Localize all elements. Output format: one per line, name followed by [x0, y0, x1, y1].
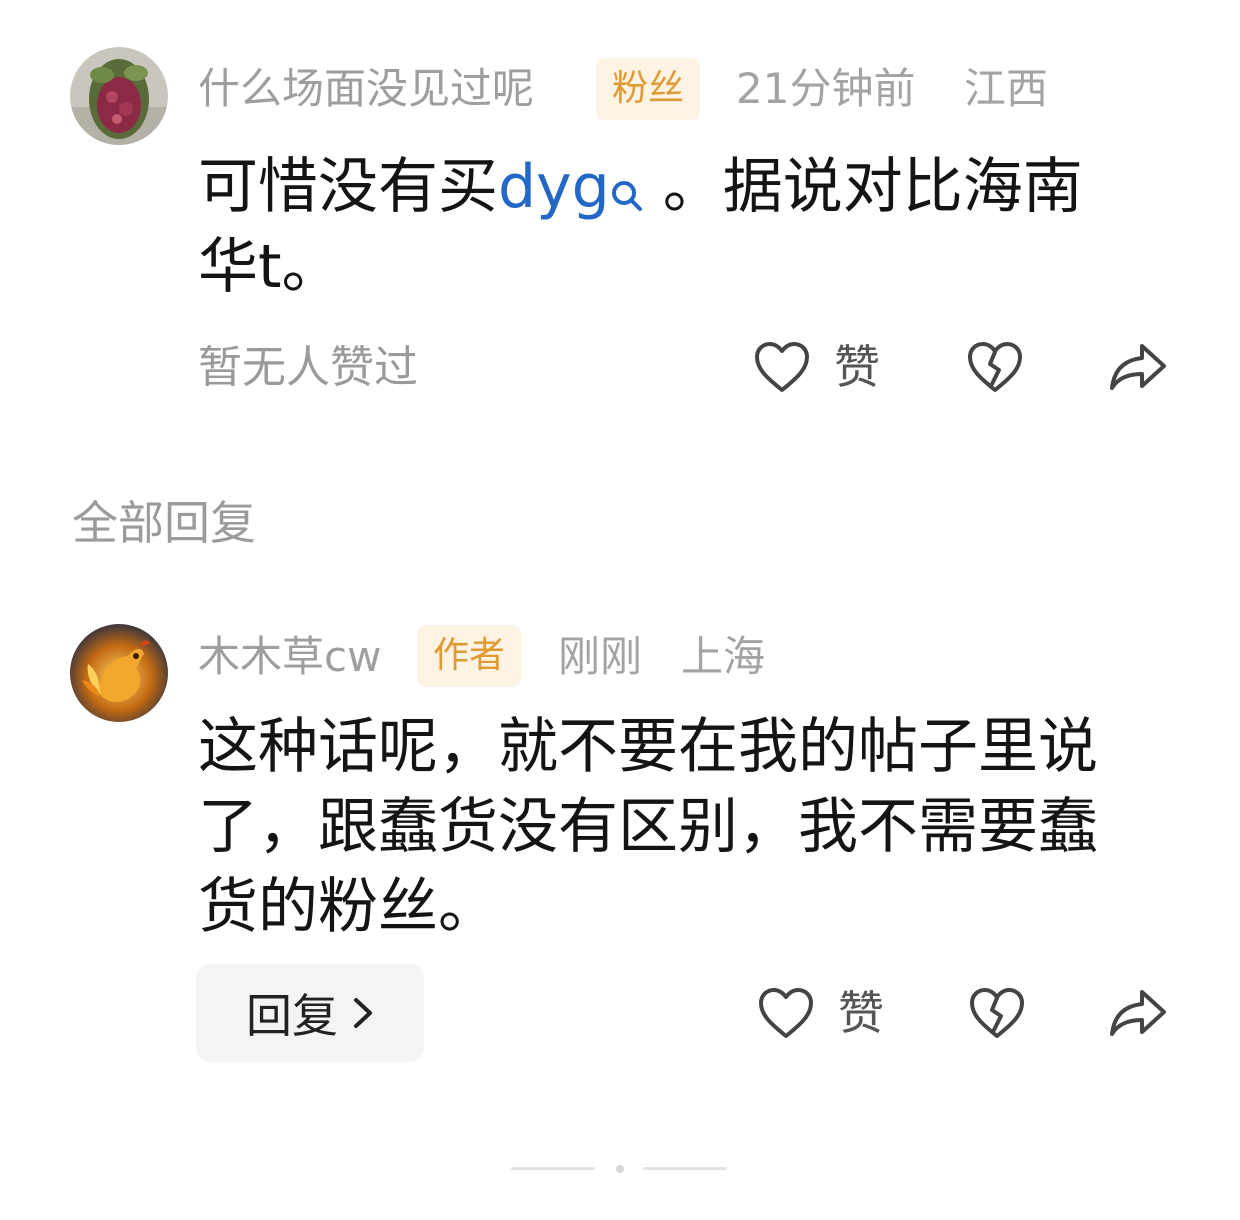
scroll-indicator-left: [511, 1167, 595, 1170]
comment-text-part1: 可惜没有买: [198, 152, 498, 222]
reply-like-button[interactable]: [757, 986, 815, 1044]
commenter-avatar[interactable]: [70, 47, 168, 145]
search-icon[interactable]: [610, 154, 644, 232]
share-arrow-icon: [1110, 990, 1166, 1036]
comment-text-line1: 可惜没有买dyg 。据说对比海南: [198, 148, 1083, 232]
reply-text-line3: 货的粉丝。: [198, 872, 498, 942]
broken-heart-icon: [970, 988, 1024, 1038]
share-button[interactable]: [1108, 340, 1168, 398]
scroll-indicator-dot: [616, 1165, 624, 1173]
comment-text-line2: 华t。: [198, 232, 342, 302]
all-replies-title: 全部回复: [72, 496, 256, 550]
reply-dislike-button[interactable]: [968, 986, 1026, 1044]
like-button[interactable]: [753, 340, 811, 398]
reply-button-label: 回复: [246, 989, 338, 1043]
comment-time: 21分钟前: [736, 64, 916, 113]
commenter-avatar-image: [70, 47, 168, 145]
author-username[interactable]: 木木草cw: [198, 636, 381, 678]
heart-icon: [755, 342, 809, 392]
comment-location: 江西: [964, 64, 1049, 113]
author-avatar-image: [70, 624, 168, 722]
reply-like-label[interactable]: 赞: [838, 990, 884, 1036]
author-avatar[interactable]: [70, 624, 168, 722]
scroll-indicator-right: [643, 1167, 727, 1170]
reply-button[interactable]: 回复: [196, 964, 424, 1062]
comment-text-part2: 。据说对比海南: [643, 152, 1083, 222]
likes-status: 暂无人赞过: [198, 342, 418, 393]
like-label[interactable]: 赞: [834, 344, 880, 390]
reply-time: 刚刚: [558, 632, 643, 681]
reply-text-line1: 这种话呢，就不要在我的帖子里说: [198, 712, 1098, 782]
chevron-right-icon: [354, 998, 372, 1028]
topic-link[interactable]: dyg: [498, 152, 610, 222]
share-arrow-icon: [1110, 344, 1166, 390]
fan-badge: 粉丝: [596, 58, 701, 120]
dislike-button[interactable]: [966, 340, 1024, 398]
reply-text-line2: 了，跟蠢货没有区别，我不需要蠢: [198, 792, 1098, 862]
commenter-username[interactable]: 什么场面没见过呢: [198, 68, 534, 110]
reply-share-button[interactable]: [1108, 986, 1168, 1044]
broken-heart-icon: [968, 342, 1022, 392]
author-badge: 作者: [417, 625, 522, 687]
reply-location: 上海: [681, 632, 766, 681]
heart-icon: [759, 988, 813, 1038]
